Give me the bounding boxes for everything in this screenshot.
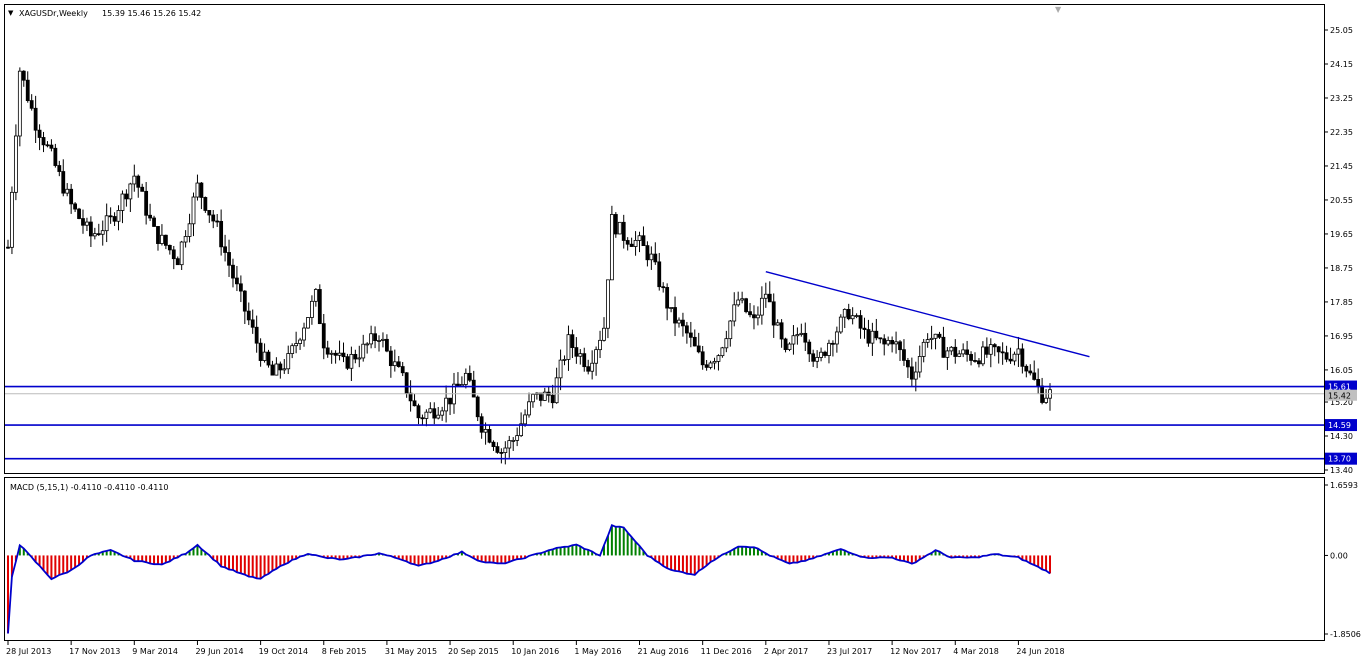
candle — [306, 317, 310, 329]
scroll-marker-icon[interactable]: ▼ — [1055, 5, 1062, 14]
candle — [13, 124, 18, 201]
price-tick-label: 22.35 — [1330, 128, 1353, 137]
symbol-label: XAGUSDr,Weekly — [19, 9, 88, 18]
time-tick-label: 10 Jan 2016 — [511, 647, 559, 656]
svg-text:14.59: 14.59 — [1328, 421, 1351, 430]
candle — [744, 297, 748, 314]
price-tick-label: 23.25 — [1330, 94, 1353, 103]
price-tick-label: 25.05 — [1330, 26, 1353, 35]
collapse-arrow-icon[interactable]: ▼ — [8, 9, 14, 17]
ohlc-label: 15.39 15.46 15.26 15.42 — [102, 9, 201, 18]
price-tick-label: 19.65 — [1330, 230, 1353, 239]
time-tick-label: 12 Nov 2017 — [890, 647, 941, 656]
time-axis: 28 Jul 2013 17 Nov 2013 9 Mar 2014 29 Jun 2… — [6, 641, 1065, 656]
time-tick-label: 19 Oct 2014 — [259, 647, 308, 656]
candle — [617, 221, 622, 235]
time-tick-label: 11 Dec 2016 — [701, 647, 752, 656]
candle — [266, 349, 271, 368]
time-tick-label: 4 Mar 2018 — [953, 647, 999, 656]
macd-label: MACD (5,15,1) -0.4110 -0.4110 -0.4110 — [10, 483, 168, 492]
time-tick-label: 28 Jul 2013 — [6, 647, 51, 656]
price-tags: 15.6114.5913.7015.42 — [1325, 380, 1357, 465]
price-tick-label: 16.05 — [1330, 366, 1353, 375]
time-tick-label: 8 Feb 2015 — [322, 647, 367, 656]
price-axis: 25.05 24.15 23.25 22.35 21.45 20.55 19.65 18.75… — [1324, 26, 1353, 475]
svg-text:13.70: 13.70 — [1328, 455, 1351, 464]
macd-tick-label: 0.00 — [1330, 551, 1348, 560]
level-price-tag: 14.59 — [1325, 419, 1357, 432]
macd-tick-label: 1.6593 — [1330, 481, 1358, 490]
price-tick-label: 14.30 — [1330, 432, 1353, 441]
time-tick-label: 23 Jul 2017 — [827, 647, 872, 656]
price-tick-label: 16.95 — [1330, 332, 1353, 341]
time-tick-label: 31 May 2015 — [385, 647, 437, 656]
time-tick-label: 29 Jun 2014 — [195, 647, 243, 656]
level-price-tag: 13.70 — [1325, 452, 1357, 465]
candle — [613, 212, 618, 238]
candle — [203, 196, 208, 213]
time-tick-label: 21 Aug 2016 — [638, 647, 689, 656]
svg-text:15.42: 15.42 — [1328, 392, 1351, 401]
macd-panel-frame — [4, 477, 1325, 641]
candle — [317, 284, 322, 325]
candle — [17, 67, 22, 147]
time-tick-label: 17 Nov 2013 — [69, 647, 120, 656]
candle — [10, 186, 14, 255]
macd-axis: 1.6593 0.00 -1.8506 — [1324, 481, 1361, 639]
price-tick-label: 13.40 — [1330, 466, 1353, 475]
current-price-tag: 15.42 — [1325, 389, 1357, 401]
time-tick-label: 2 Apr 2017 — [764, 647, 808, 656]
price-tick-label: 24.15 — [1330, 60, 1353, 69]
candle — [345, 353, 350, 371]
macd-tick-label: -1.8506 — [1330, 630, 1361, 639]
time-tick-label: 9 Mar 2014 — [132, 647, 178, 656]
candle — [838, 314, 843, 334]
time-tick-label: 24 Jun 2018 — [1016, 647, 1064, 656]
price-tick-label: 17.85 — [1330, 298, 1353, 307]
price-tick-label: 20.55 — [1330, 196, 1353, 205]
price-tick-label: 21.45 — [1330, 162, 1353, 171]
time-tick-label: 20 Sep 2015 — [448, 647, 499, 656]
trading-chart[interactable]: ▼ XAGUSDr,Weekly 15.39 15.46 15.26 15.42… — [0, 0, 1366, 665]
price-tick-label: 18.75 — [1330, 264, 1353, 273]
price-panel-frame — [4, 4, 1325, 474]
candle — [609, 205, 614, 281]
candle — [77, 207, 81, 220]
time-tick-label: 1 May 2016 — [574, 647, 621, 656]
